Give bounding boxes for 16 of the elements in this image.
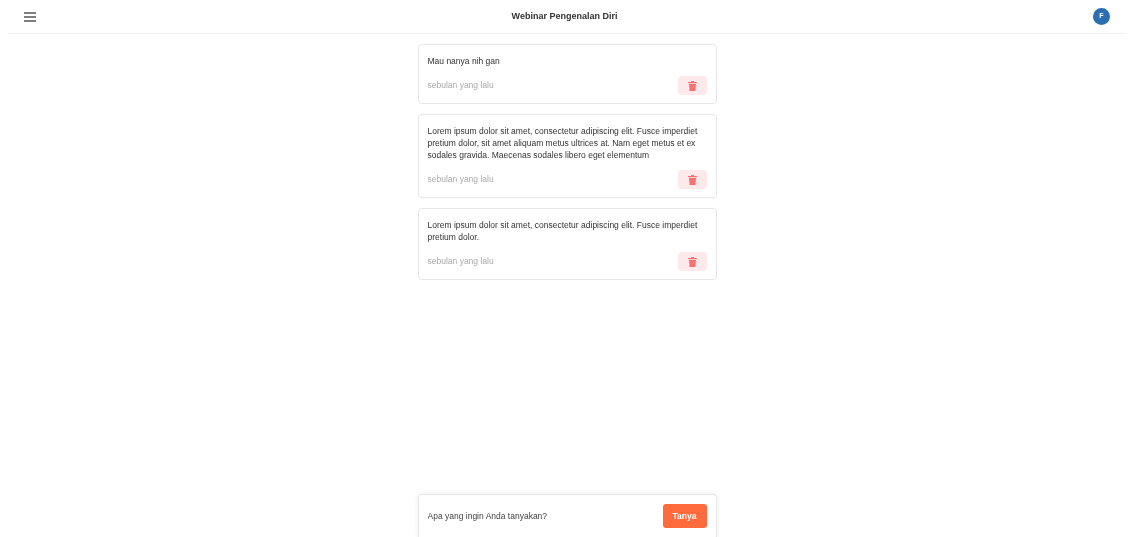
- question-text: Lorem ipsum dolor sit amet, consectetur adipiscing elit. Fusce imperdiet pretium dolor.: [427, 219, 699, 243]
- question-text: Lorem ipsum dolor sit amet, consectetur adipiscing elit. Fusce imperdiet pretium dolor, sit amet aliquam metus ultrices at. Nam eget metus et ex sodales gravida. Maecenas sodales libero eget elementum: [427, 125, 699, 161]
- question-time: sebulan yang lalu: [427, 255, 494, 268]
- trash-icon: [687, 174, 697, 185]
- delete-button[interactable]: [677, 170, 707, 189]
- question-input[interactable]: Apa yang ingin Anda tanyakan?: [427, 509, 663, 523]
- trash-icon: [687, 256, 697, 267]
- page-title: Webinar Pengenalan Diri: [511, 9, 618, 23]
- question-time: sebulan yang lalu: [427, 173, 494, 186]
- delete-button[interactable]: [677, 252, 707, 271]
- question-time: sebulan yang lalu: [427, 79, 494, 92]
- trash-icon: [687, 80, 697, 91]
- delete-button[interactable]: [677, 76, 707, 95]
- ask-button[interactable]: Tanya: [662, 504, 707, 528]
- menu-icon[interactable]: [24, 11, 36, 22]
- question-text: Mau nanya nih gan: [427, 55, 501, 67]
